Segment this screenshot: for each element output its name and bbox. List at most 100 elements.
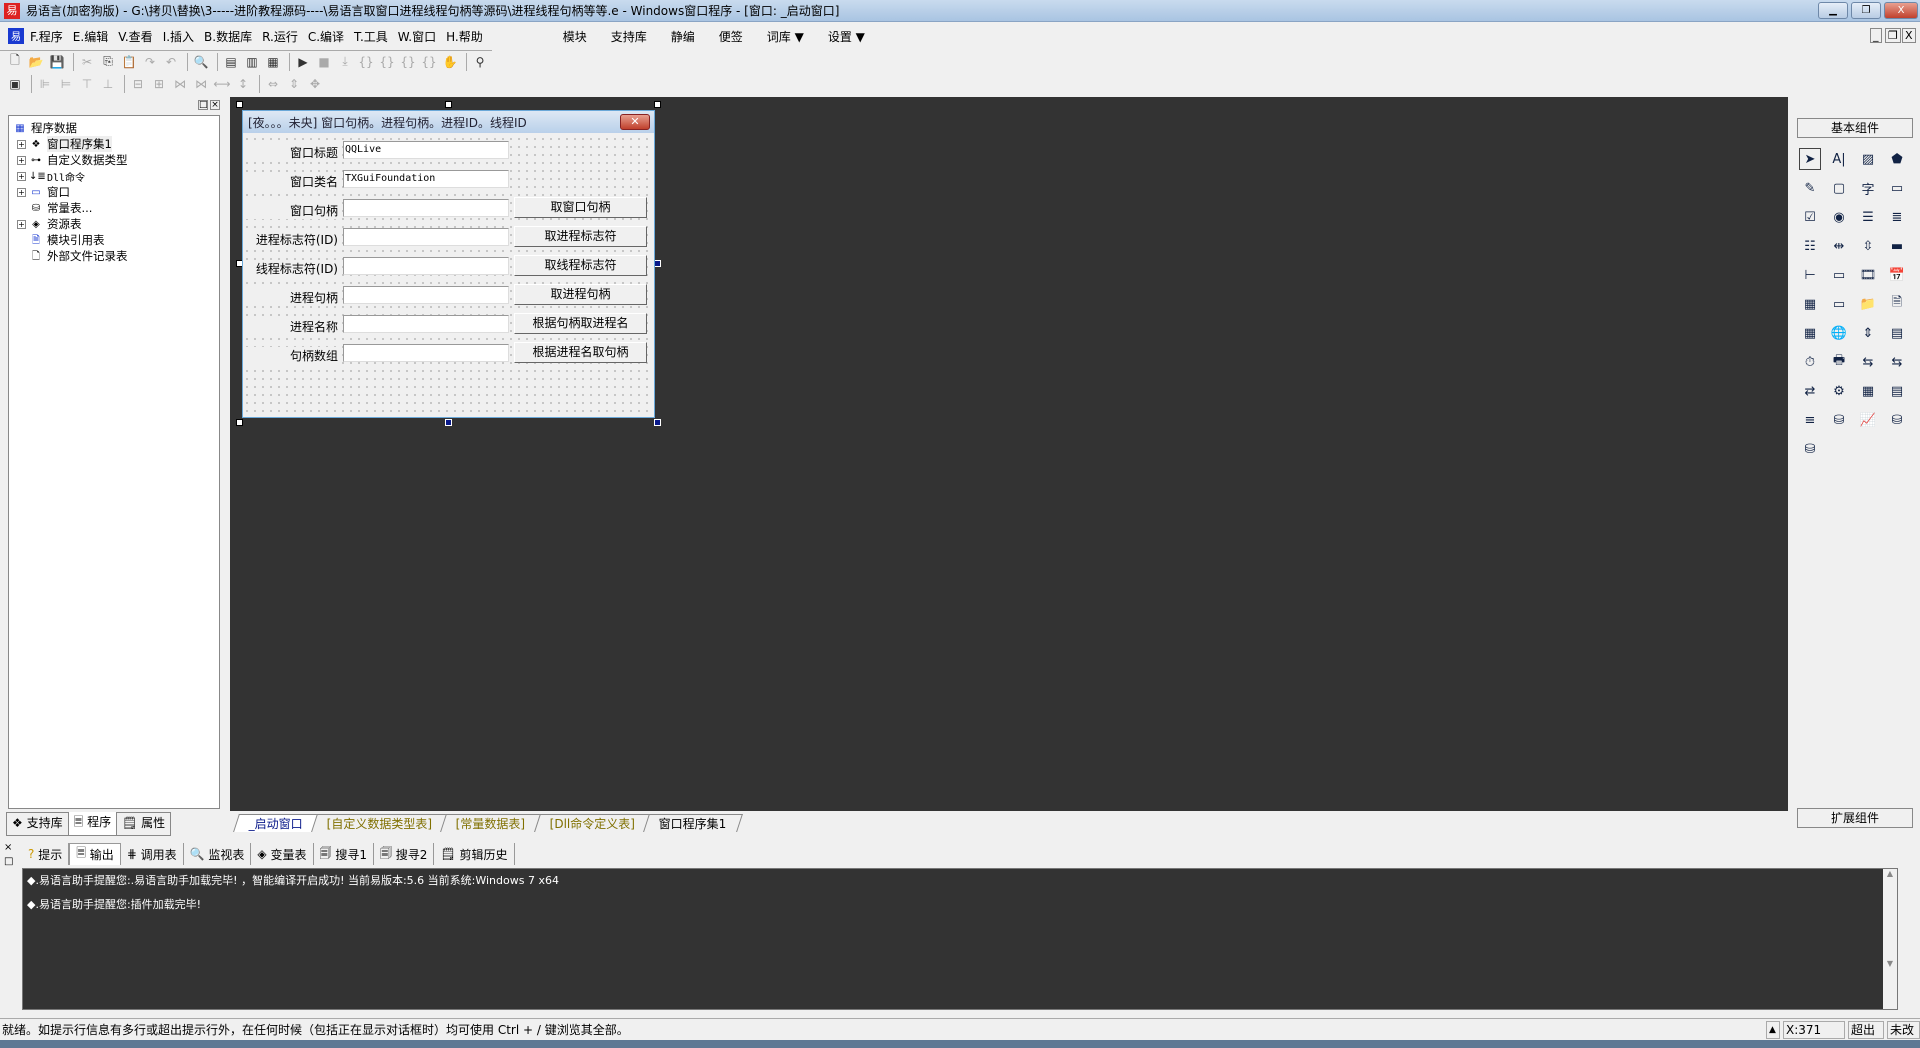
expand-icon[interactable]: + (17, 219, 26, 229)
edit-component-icon[interactable]: ✎ (1799, 177, 1821, 199)
output-close-icon[interactable]: × (4, 842, 12, 853)
slider-component-icon[interactable]: ⊢ (1799, 264, 1821, 286)
menu-tools[interactable]: T.工具 (354, 28, 388, 45)
chart-component-icon[interactable]: 📈 (1857, 409, 1879, 431)
program-tree[interactable]: ▦ 程序数据 + ❖ 窗口程序集1 + ⊶ 自定义数据类型 + ↓≣ Dll命令 + ▭ 窗口 ⛁… (8, 115, 220, 809)
printer-component-icon[interactable]: 🖶 (1828, 351, 1850, 373)
expand-icon[interactable]: + (17, 139, 26, 149)
tab-call-stack[interactable]: ⋕ 调用表 (121, 843, 184, 865)
combobox-component-icon[interactable]: ☰ (1857, 206, 1879, 228)
tab-variables[interactable]: ◈ 变量表 (251, 843, 314, 865)
expand-icon[interactable]: + (17, 155, 26, 165)
align-top-icon[interactable]: ⊤ (78, 75, 96, 93)
minimize-button[interactable]: ▁ (1818, 2, 1848, 19)
tab-clip-history[interactable]: 🗒 剪辑历史 (434, 843, 515, 865)
text-component-icon[interactable]: 字 (1857, 177, 1879, 199)
statusbar-component-icon[interactable]: ▭ (1828, 293, 1850, 315)
form-icon[interactable]: ▣ (6, 75, 24, 93)
tree-item-constants[interactable]: ⛁ 常量表... (13, 200, 215, 216)
tree-item-window[interactable]: + ▭ 窗口 (13, 184, 215, 200)
menu-database[interactable]: B.数据库 (204, 28, 252, 45)
step-icon[interactable]: ⤓ (336, 53, 354, 71)
resize-handle[interactable] (654, 419, 661, 426)
save-icon[interactable]: 💾 (48, 53, 66, 71)
action-button[interactable]: 取线程标志符 (514, 255, 647, 276)
menu-view[interactable]: V.查看 (118, 28, 152, 45)
colorpicker-component-icon[interactable]: ▦ (1799, 322, 1821, 344)
space-h-icon[interactable]: ⋈ (171, 75, 189, 93)
center-v-icon[interactable]: ⊞ (150, 75, 168, 93)
tab-program[interactable]: 🗏 程序 (68, 812, 117, 836)
menu-lexicon[interactable]: 词库 ▼ (767, 28, 804, 45)
tab-search2[interactable]: 🗐 搜寻2 (374, 843, 435, 865)
run-to-cursor-icon[interactable]: {} (420, 53, 438, 71)
drivebox-component-icon[interactable]: 📁 (1857, 293, 1879, 315)
field-input[interactable] (343, 257, 509, 275)
menu-settings[interactable]: 设置 ▼ (828, 28, 865, 45)
run-icon[interactable]: ▶ (294, 53, 312, 71)
resize-handle[interactable] (236, 101, 243, 108)
same-size-icon[interactable]: ✥ (306, 75, 324, 93)
menu-window[interactable]: W.窗口 (398, 28, 436, 45)
tab-properties[interactable]: 🗒 属性 (116, 812, 172, 836)
timer-component-icon[interactable]: ⏱ (1799, 351, 1821, 373)
menu-help[interactable]: H.帮助 (446, 28, 483, 45)
open-file-icon[interactable]: 📂 (27, 53, 45, 71)
output-float-icon[interactable]: □ (4, 856, 13, 867)
field-input[interactable]: QQLive (343, 141, 509, 159)
db-provider-component-icon[interactable]: ⛁ (1828, 409, 1850, 431)
field-input[interactable] (343, 286, 509, 304)
restore-button[interactable]: ❐ (1851, 2, 1881, 19)
checklist-component-icon[interactable]: ☷ (1799, 235, 1821, 257)
expand-icon[interactable]: + (17, 171, 26, 181)
menu-support-lib[interactable]: 支持库 (611, 28, 647, 45)
same-height-icon[interactable]: ⇕ (285, 75, 303, 93)
find-icon[interactable]: 🔍 (192, 53, 210, 71)
server-component-icon[interactable]: ⇆ (1886, 351, 1908, 373)
tab-output[interactable]: 🗏 输出 (69, 843, 121, 865)
shape-component-icon[interactable]: ⬟ (1886, 148, 1908, 170)
status-expand-button[interactable]: ▲ (1766, 1021, 1780, 1039)
menu-insert[interactable]: I.插入 (163, 28, 194, 45)
picture-component-icon[interactable]: ▨ (1857, 148, 1879, 170)
tab-search1[interactable]: 🗐 搜寻1 (314, 843, 374, 865)
expand-icon[interactable]: + (17, 187, 26, 197)
close-button[interactable]: X (1884, 2, 1918, 19)
action-button[interactable]: 取进程标志符 (514, 226, 647, 247)
action-button[interactable]: 根据句柄取进程名 (514, 313, 647, 334)
basic-components-header[interactable]: 基本组件 (1797, 118, 1913, 138)
spin-component-icon[interactable]: ⇕ (1857, 322, 1879, 344)
align-right-icon[interactable]: ⊨ (57, 75, 75, 93)
stop-icon[interactable]: ■ (315, 53, 333, 71)
field-input[interactable]: TXGuiFoundation (343, 170, 509, 188)
tab-support-lib[interactable]: ❖ 支持库 (6, 812, 69, 836)
hyperlink-component-icon[interactable]: 🌐 (1828, 322, 1850, 344)
resize-handle[interactable] (445, 419, 452, 426)
tab-hint[interactable]: ? 提示 (22, 843, 70, 865)
form-designer[interactable]: [夜。。。未央] 窗口句柄。进程句柄。进程ID。线程ID ✕ 窗口标题 QQLi… (230, 97, 1788, 811)
menu-notes[interactable]: 便签 (719, 28, 743, 45)
tab-dll-commands[interactable]: [Dll命令定义表] (533, 814, 651, 832)
layout-2-icon[interactable]: ▥ (243, 53, 261, 71)
menu-run[interactable]: R.运行 (262, 28, 298, 45)
distribute-v-icon[interactable]: ↕ (234, 75, 252, 93)
menu-program[interactable]: F.程序 (30, 28, 63, 45)
same-width-icon[interactable]: ⇔ (264, 75, 282, 93)
pointer-component-icon[interactable]: ➤ (1799, 148, 1821, 170)
step-out-icon[interactable]: {} (399, 53, 417, 71)
tab-custom-types[interactable]: [自定义数据类型表] (311, 814, 449, 832)
redo-icon[interactable]: ↷ (141, 53, 159, 71)
label-component-icon[interactable]: A| (1828, 148, 1850, 170)
tree-item-dll-commands[interactable]: + ↓≣ Dll命令 (13, 168, 215, 184)
vscroll-component-icon[interactable]: ⇳ (1857, 235, 1879, 257)
field-input[interactable] (343, 228, 509, 246)
radio-component-icon[interactable]: ◉ (1828, 206, 1850, 228)
tab-start-window[interactable]: _启动窗口 (233, 814, 319, 832)
field-input[interactable] (343, 315, 509, 333)
extended-components-header[interactable]: 扩展组件 (1797, 808, 1913, 828)
space-v-icon[interactable]: ⋈ (192, 75, 210, 93)
new-file-icon[interactable]: 🗋 (6, 53, 24, 71)
provider-component-icon[interactable]: ≡ (1799, 409, 1821, 431)
serial-component-icon[interactable]: ⚙ (1828, 380, 1850, 402)
paste-icon[interactable]: 📋 (120, 53, 138, 71)
